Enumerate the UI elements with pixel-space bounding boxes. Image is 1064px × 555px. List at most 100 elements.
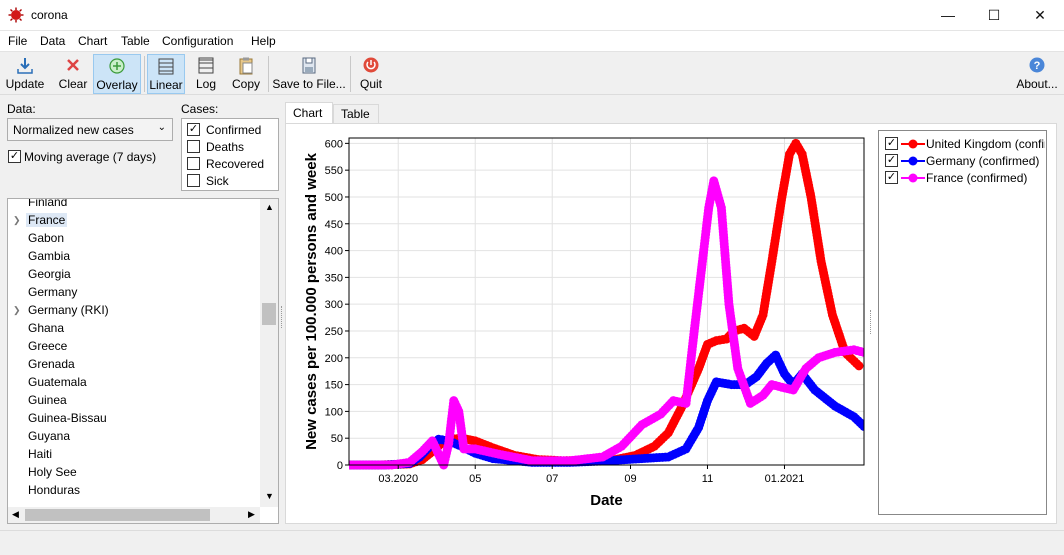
- toolbar-separator: [144, 56, 145, 92]
- scroll-right-icon[interactable]: ▶: [248, 509, 255, 520]
- status-bar: [0, 530, 1064, 555]
- x-tick-label: 09: [624, 473, 636, 485]
- list-item[interactable]: Honduras: [28, 483, 80, 497]
- list-item-selected[interactable]: France: [26, 213, 68, 227]
- linear-button[interactable]: Linear: [147, 54, 185, 94]
- tab-chart[interactable]: Chart: [285, 102, 333, 124]
- menu-help[interactable]: Help: [251, 34, 276, 48]
- expand-arrow-icon[interactable]: ❯: [13, 215, 21, 226]
- x-axis-label: Date: [590, 492, 623, 509]
- legend-label: Germany (confirmed): [926, 154, 1040, 168]
- update-label: Update: [5, 77, 45, 91]
- list-item[interactable]: Gabon: [28, 231, 64, 245]
- legend-label: France (confirmed): [926, 171, 1028, 185]
- about-button[interactable]: ? About...: [1013, 54, 1061, 94]
- virus-app-icon: [8, 7, 24, 23]
- power-icon: [363, 57, 379, 73]
- toolbar: Update Clear Overlay Linear Log Copy Sav…: [0, 51, 1064, 95]
- legend-checkbox[interactable]: ✓: [885, 154, 898, 167]
- splitter-handle[interactable]: [281, 306, 284, 328]
- legend-item-united-kingdom[interactable]: ✓ United Kingdom (confirmed): [885, 136, 1045, 152]
- save-button[interactable]: Save to File...: [272, 54, 346, 94]
- log-label: Log: [195, 77, 217, 91]
- confirmed-checkbox[interactable]: ✓: [187, 123, 200, 136]
- tab-table[interactable]: Table: [333, 104, 379, 123]
- x-tick-label: 01.2021: [765, 473, 805, 485]
- clear-button[interactable]: Clear: [55, 54, 91, 94]
- list-item[interactable]: Guinea: [28, 393, 67, 407]
- y-tick-label: 500: [325, 192, 343, 204]
- copy-button[interactable]: Copy: [228, 54, 264, 94]
- legend-checkbox[interactable]: ✓: [885, 171, 898, 184]
- list-item[interactable]: Germany: [28, 285, 77, 299]
- legend-item-germany[interactable]: ✓ Germany (confirmed): [885, 153, 1045, 169]
- menu-file[interactable]: File: [8, 34, 27, 48]
- y-tick-label: 400: [325, 246, 343, 258]
- about-label: About...: [1016, 77, 1058, 91]
- menu-chart[interactable]: Chart: [78, 34, 107, 48]
- scrollbar-thumb[interactable]: [25, 509, 210, 521]
- linear-scale-icon: [158, 58, 174, 75]
- data-dropdown[interactable]: Normalized new cases ⌄: [7, 118, 173, 141]
- list-item[interactable]: Ghana: [28, 321, 64, 335]
- list-item[interactable]: Haiti: [28, 447, 52, 461]
- quit-label: Quit: [359, 77, 382, 91]
- legend-swatch-red: [901, 139, 925, 149]
- copy-label: Copy: [231, 77, 260, 91]
- y-tick-label: 300: [325, 299, 343, 311]
- list-item[interactable]: Guatemala: [28, 375, 87, 389]
- x-tick-label: 11: [702, 473, 713, 485]
- confirmed-label: Confirmed: [206, 123, 262, 137]
- y-tick-label: 100: [325, 406, 343, 418]
- list-item[interactable]: Georgia: [28, 267, 71, 281]
- svg-text:?: ?: [1034, 60, 1041, 72]
- list-item[interactable]: Grenada: [28, 357, 75, 371]
- help-icon: ?: [1029, 57, 1045, 73]
- scrollbar-thumb[interactable]: [262, 303, 276, 325]
- list-item[interactable]: Germany (RKI): [28, 303, 109, 317]
- close-button[interactable]: ✕: [1017, 0, 1063, 31]
- menu-data[interactable]: Data: [40, 34, 65, 48]
- recovered-checkbox[interactable]: [187, 157, 200, 170]
- legend-item-france[interactable]: ✓ France (confirmed): [885, 170, 1045, 186]
- plus-circle-icon: [109, 58, 125, 74]
- scroll-left-icon[interactable]: ◀: [12, 509, 19, 520]
- maximize-button[interactable]: ☐: [971, 0, 1017, 31]
- legend-checkbox[interactable]: ✓: [885, 137, 898, 150]
- horizontal-scrollbar[interactable]: ◀ ▶: [8, 507, 260, 523]
- y-tick-label: 550: [325, 165, 343, 177]
- splitter-handle[interactable]: [870, 310, 873, 334]
- legend-label: United Kingdom (confirmed): [926, 137, 1045, 151]
- quit-button[interactable]: Quit: [356, 54, 386, 94]
- vertical-scrollbar[interactable]: ▲ ▼: [260, 199, 278, 507]
- list-item[interactable]: Finland: [28, 199, 67, 209]
- list-item[interactable]: Guyana: [28, 429, 70, 443]
- moving-average-checkbox[interactable]: ✓: [8, 150, 21, 163]
- legend-swatch-magenta: [901, 173, 925, 183]
- log-button[interactable]: Log: [190, 54, 222, 94]
- country-list[interactable]: Finland ❯ France Gabon Gambia Georgia Ge…: [7, 198, 279, 524]
- save-label: Save to File...: [272, 77, 346, 91]
- update-button[interactable]: Update: [4, 54, 46, 94]
- cases-chart: 05010015020025030035040045050055060003.2…: [303, 137, 865, 509]
- minimize-button[interactable]: —: [925, 0, 971, 31]
- list-item[interactable]: Gambia: [28, 249, 70, 263]
- y-tick-label: 200: [325, 353, 343, 365]
- y-tick-label: 150: [325, 380, 343, 392]
- list-item[interactable]: Guinea-Bissau: [28, 411, 107, 425]
- list-item[interactable]: Greece: [28, 339, 67, 353]
- expand-arrow-icon[interactable]: ❯: [13, 305, 21, 316]
- window-title: corona: [31, 8, 68, 22]
- y-tick-label: 350: [325, 272, 343, 284]
- menu-configuration[interactable]: Configuration: [162, 34, 233, 48]
- deaths-checkbox[interactable]: [187, 140, 200, 153]
- scroll-up-icon[interactable]: ▲: [265, 202, 274, 212]
- scroll-down-icon[interactable]: ▼: [265, 491, 274, 501]
- title-bar: corona — ☐ ✕: [0, 0, 1064, 31]
- tab-table-label: Table: [341, 107, 370, 121]
- list-item[interactable]: Holy See: [28, 465, 77, 479]
- sick-checkbox[interactable]: [187, 174, 200, 187]
- overlay-button[interactable]: Overlay: [93, 54, 141, 94]
- x-tick-label: 07: [546, 473, 558, 485]
- menu-table[interactable]: Table: [121, 34, 150, 48]
